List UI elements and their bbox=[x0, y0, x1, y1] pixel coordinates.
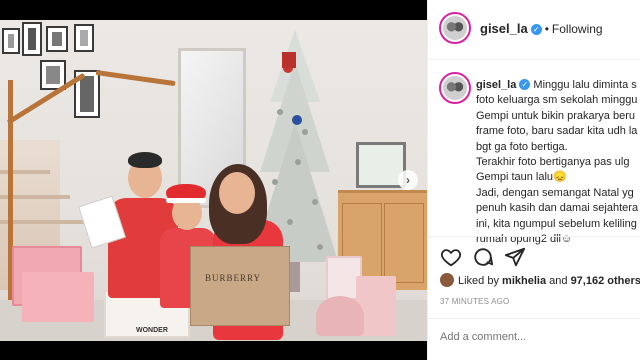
verified-badge-icon: ✓ bbox=[530, 24, 542, 35]
caption-line: foto keluarga sm sekolah minggu bbox=[476, 94, 638, 107]
wall-frame bbox=[46, 26, 68, 52]
shopping-bag-brand: BURBERRY bbox=[205, 273, 262, 283]
likes-prefix: Liked by bbox=[458, 275, 499, 287]
liked-by-username[interactable]: mikhelia bbox=[502, 275, 546, 287]
caption-line: Terakhir foto bertiganya pas ulg bbox=[476, 156, 630, 169]
caption-line: penuh kasih dan damai sejahtera bbox=[476, 202, 639, 215]
gift-box bbox=[22, 272, 94, 322]
post-caption: gisel_la ✓ Minggu lalu diminta s foto kel… bbox=[476, 78, 640, 247]
chevron-right-icon: › bbox=[406, 173, 410, 187]
caption-avatar[interactable] bbox=[439, 72, 471, 104]
post-timestamp[interactable]: 37 MINUTES AGO bbox=[440, 297, 509, 306]
photo-letterbox-top bbox=[0, 0, 427, 20]
verified-badge-icon: ✓ bbox=[519, 79, 531, 90]
caption-line: Gempi untuk bikin prakarya beru bbox=[476, 109, 635, 122]
caption-line: frame foto, baru sadar kita udh la bbox=[476, 125, 638, 138]
likes-joiner: and bbox=[549, 275, 568, 287]
gift-box-label: WONDER bbox=[136, 327, 168, 334]
caption-line: gisel_la ✓ Minggu lalu diminta s bbox=[476, 78, 640, 93]
header-user-line: gisel_la ✓ • Following bbox=[480, 20, 603, 38]
heart-icon[interactable] bbox=[440, 246, 462, 268]
caption-text: Minggu lalu diminta s bbox=[533, 79, 637, 91]
comment-icon[interactable] bbox=[472, 246, 494, 268]
likes-count[interactable]: 97,162 others bbox=[571, 275, 640, 287]
post-side-panel: gisel_la ✓ • Following gisel_la ✓ Minggu lal… bbox=[427, 0, 640, 360]
avatar[interactable] bbox=[439, 12, 471, 44]
action-bar bbox=[428, 236, 640, 276]
photo-letterbox-bottom bbox=[0, 341, 427, 360]
caption-line: Jadi, dengan semangat Natal yg bbox=[476, 186, 634, 199]
next-slide-button[interactable]: › bbox=[398, 170, 418, 190]
wall-frame bbox=[74, 24, 94, 52]
liker-avatar[interactable] bbox=[440, 273, 454, 287]
separator-dot: • bbox=[544, 22, 549, 36]
share-icon[interactable] bbox=[504, 246, 526, 268]
gift-bow bbox=[316, 296, 364, 336]
header-username[interactable]: gisel_la bbox=[480, 21, 528, 36]
wall-frame bbox=[2, 28, 20, 54]
caption-line: ini, kita ngumpul sebelum keliling bbox=[476, 217, 637, 230]
following-button[interactable]: Following bbox=[552, 22, 603, 36]
wall-frame bbox=[22, 22, 42, 56]
comment-input[interactable] bbox=[440, 331, 630, 343]
post-header: gisel_la ✓ • Following bbox=[428, 0, 640, 60]
likes-summary: Liked by mikhelia and 97,162 others bbox=[440, 273, 640, 287]
shopping-bag: BURBERRY bbox=[190, 246, 290, 326]
caption-username[interactable]: gisel_la bbox=[476, 79, 516, 91]
post-photo[interactable]: WONDER BURBERRY › bbox=[0, 0, 427, 360]
caption-line: bgt ga foto bertiga. bbox=[476, 140, 568, 153]
comment-box bbox=[428, 318, 640, 360]
caption-line: Gempi taun lalu😞 bbox=[476, 171, 567, 184]
